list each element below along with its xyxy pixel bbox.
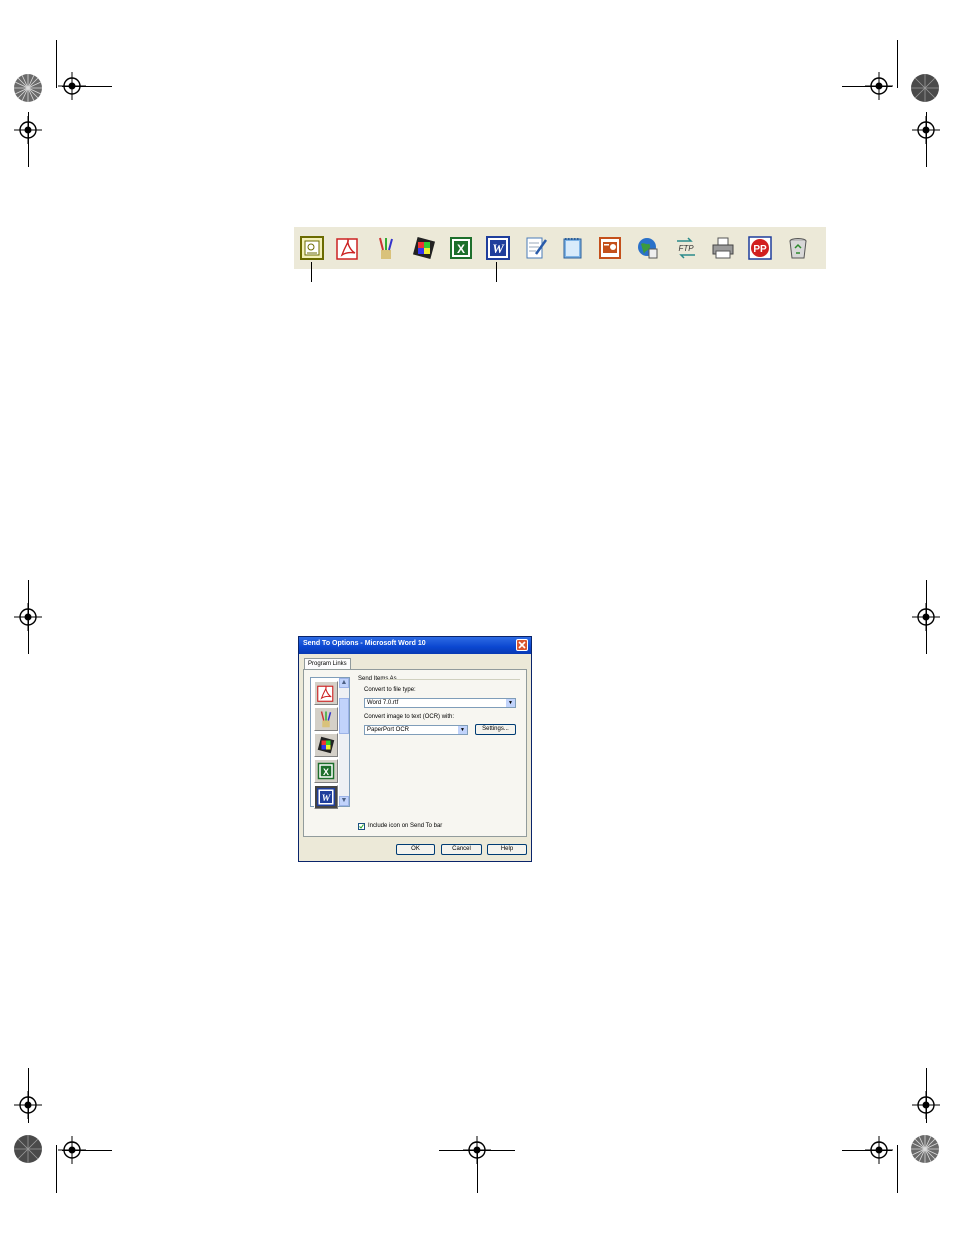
printer-icon[interactable]	[711, 236, 735, 260]
send-to-options-dialog: Send To Options - Microsoft Word 10 Prog…	[298, 636, 532, 862]
web-globe-icon[interactable]	[636, 236, 660, 260]
pagemanager-icon[interactable]: PP	[748, 236, 772, 260]
registration-mark-icon	[58, 72, 86, 100]
include-icon-label: Include icon on Send To bar	[368, 823, 443, 829]
wordpad-icon[interactable]	[524, 236, 548, 260]
paint-brushes-icon[interactable]	[374, 236, 398, 260]
word-icon[interactable]: W	[486, 236, 510, 260]
crop-line	[56, 1145, 57, 1193]
title-bar[interactable]: Send To Options - Microsoft Word 10	[299, 637, 531, 654]
registration-mark-icon	[912, 116, 940, 144]
list-item-photo-editor[interactable]	[314, 733, 338, 757]
help-button[interactable]: Help	[487, 844, 527, 855]
photo-editor-icon	[317, 736, 335, 754]
registration-mark-icon	[463, 1136, 491, 1164]
recycle-bin-icon[interactable]	[786, 236, 810, 260]
list-scrollbar[interactable]: ▲ ▼	[339, 678, 349, 806]
starburst-mark-icon	[13, 73, 43, 103]
group-divider	[382, 679, 520, 680]
registration-mark-icon	[14, 1091, 42, 1119]
excel-icon: X	[317, 762, 335, 780]
dropdown-arrow-icon[interactable]: ▼	[458, 726, 467, 734]
settings-button[interactable]: Settings...	[475, 724, 516, 735]
scroll-thumb[interactable]	[339, 698, 349, 734]
starburst-mark-icon	[910, 73, 940, 103]
checkmark-icon	[359, 824, 364, 829]
dropdown-arrow-icon[interactable]: ▼	[506, 699, 515, 707]
file-type-value: Word 7.0.rtf	[367, 700, 399, 706]
crop-line	[56, 40, 57, 88]
excel-icon[interactable]: X	[449, 236, 473, 260]
svg-text:PP: PP	[753, 244, 767, 255]
callout-line	[496, 262, 497, 282]
scroll-down-icon[interactable]: ▼	[339, 796, 349, 806]
tab-panel: X W ▲ ▼ Send Items As Convert to file ty…	[303, 669, 527, 837]
svg-text:X: X	[457, 242, 465, 256]
scroll-up-icon[interactable]: ▲	[339, 678, 349, 688]
acrobat-pdf-icon[interactable]	[336, 236, 360, 260]
registration-mark-icon	[865, 1136, 893, 1164]
list-item-word[interactable]: W	[314, 785, 338, 809]
sendto-toolbar: X W FTP PP	[294, 227, 826, 269]
word-icon: W	[317, 788, 335, 806]
registration-mark-icon	[14, 603, 42, 631]
paint-brushes-icon	[320, 711, 332, 728]
ocr-engine-select[interactable]: PaperPort OCR ▼	[364, 725, 468, 735]
powerpoint-icon[interactable]	[598, 236, 622, 260]
cancel-button[interactable]: Cancel	[441, 844, 482, 855]
dialog-title: Send To Options - Microsoft Word 10	[303, 640, 426, 647]
svg-text:X: X	[323, 767, 329, 777]
starburst-mark-icon	[13, 1134, 43, 1164]
registration-mark-icon	[865, 72, 893, 100]
paperport-icon[interactable]	[300, 236, 324, 260]
convert-file-type-label: Convert to file type:	[364, 687, 416, 693]
ocr-engine-value: PaperPort OCR	[367, 727, 410, 733]
include-icon-checkbox[interactable]	[358, 823, 365, 830]
close-icon	[518, 641, 526, 649]
acrobat-pdf-icon	[317, 685, 334, 702]
registration-mark-icon	[912, 603, 940, 631]
close-button[interactable]	[516, 639, 528, 651]
photo-editor-icon[interactable]	[412, 236, 436, 260]
callout-line	[311, 262, 312, 282]
program-icon-list[interactable]: X W ▲ ▼	[310, 677, 350, 809]
list-item-excel[interactable]: X	[314, 759, 338, 783]
starburst-mark-icon	[910, 1134, 940, 1164]
registration-mark-icon	[58, 1136, 86, 1164]
svg-text:W: W	[322, 793, 332, 804]
registration-mark-icon	[14, 116, 42, 144]
svg-text:W: W	[492, 241, 505, 256]
file-type-select[interactable]: Word 7.0.rtf ▼	[364, 698, 516, 708]
ok-button[interactable]: OK	[396, 844, 435, 855]
crop-line	[897, 40, 898, 88]
list-item-acrobat[interactable]	[314, 681, 338, 705]
notepad-icon[interactable]	[561, 236, 585, 260]
registration-mark-icon	[912, 1091, 940, 1119]
crop-line	[897, 1145, 898, 1193]
ocr-label: Convert image to text (OCR) with:	[364, 714, 455, 720]
ftp-icon[interactable]: FTP	[674, 236, 698, 260]
svg-text:FTP: FTP	[678, 244, 694, 253]
list-item-paint[interactable]	[314, 707, 338, 731]
